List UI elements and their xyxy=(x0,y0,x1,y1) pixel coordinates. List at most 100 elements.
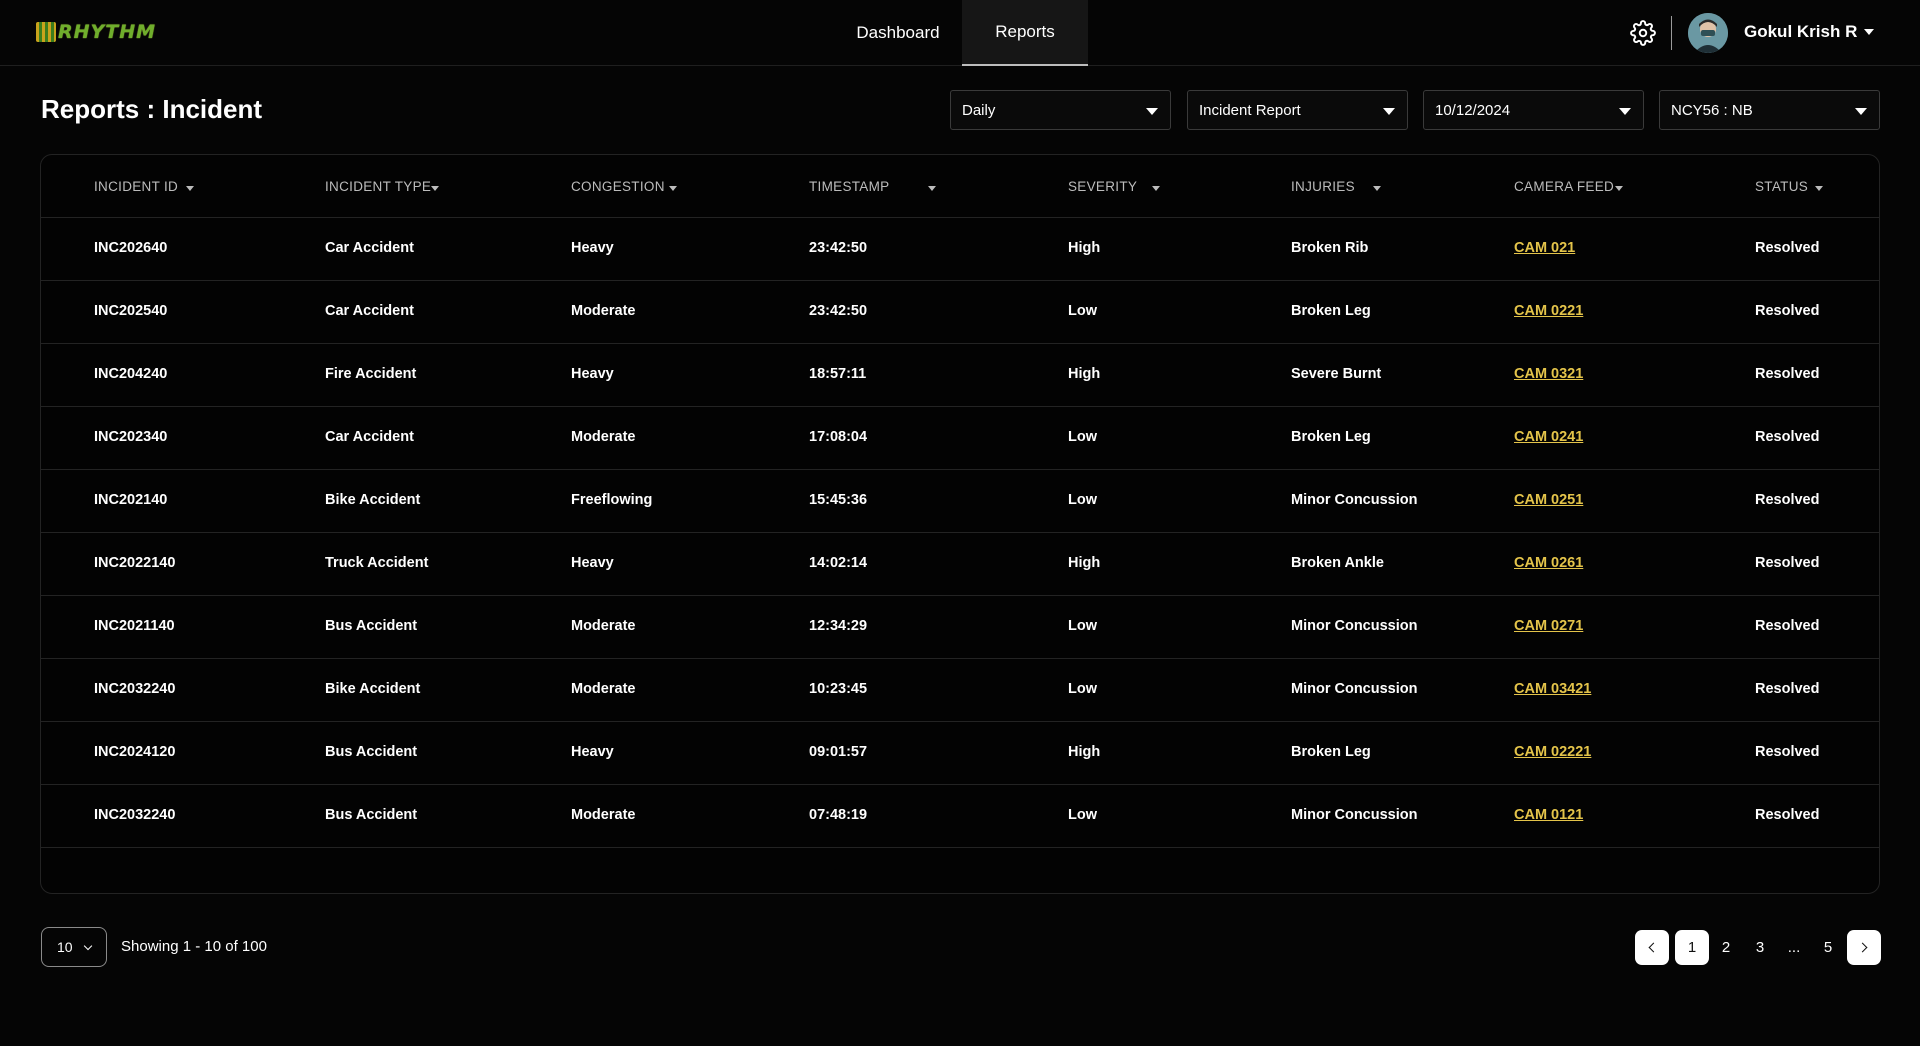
camera-feed-link[interactable]: CAM 0261 xyxy=(1514,555,1583,571)
cell-timestamp: 10:23:45 xyxy=(809,681,868,697)
camera-feed-link[interactable]: CAM 0241 xyxy=(1514,429,1583,445)
page-ellipsis: ... xyxy=(1787,939,1801,956)
cell-severity: High xyxy=(1068,366,1101,382)
cell-injuries: Broken Leg xyxy=(1291,429,1371,445)
camera-feed-link[interactable]: CAM 03421 xyxy=(1514,681,1591,697)
header-divider xyxy=(1671,16,1672,50)
camera-feed-link[interactable]: CAM 0321 xyxy=(1514,366,1583,382)
column-header-camera-feed[interactable]: CAMERA FEED xyxy=(1514,179,1614,194)
camera-feed-link[interactable]: CAM 0121 xyxy=(1514,807,1583,823)
column-header-injuries[interactable]: INJURIES xyxy=(1291,179,1355,194)
cell-incident-type: Bus Accident xyxy=(325,744,418,760)
cell-congestion: Moderate xyxy=(571,429,636,445)
cell-severity: Low xyxy=(1068,681,1097,697)
cell-severity: Low xyxy=(1068,492,1097,508)
date-select[interactable]: 10/12/2024 xyxy=(1423,90,1644,130)
sort-caret-icon[interactable] xyxy=(431,186,439,191)
table-row[interactable]: INC2032240 Bus Accident Moderate 07:48:1… xyxy=(41,785,1879,848)
sort-caret-icon[interactable] xyxy=(1152,186,1160,191)
page-button-3[interactable]: 3 xyxy=(1743,930,1777,965)
user-name[interactable]: Gokul Krish R xyxy=(1744,22,1857,42)
cell-timestamp: 09:01:57 xyxy=(809,744,868,760)
page-title: Reports : Incident xyxy=(41,94,263,124)
sort-caret-icon[interactable] xyxy=(1373,186,1381,191)
caret-down-icon xyxy=(1146,108,1158,115)
incident-table: INCIDENT ID INCIDENT TYPE CONGESTION TIM… xyxy=(40,154,1880,894)
column-header-severity[interactable]: SEVERITY xyxy=(1068,179,1137,194)
cell-incident-id: INC202140 xyxy=(94,492,168,508)
camera-feed-link[interactable]: CAM 0221 xyxy=(1514,303,1583,319)
table-row[interactable]: INC2032240 Bike Accident Moderate 10:23:… xyxy=(41,659,1879,722)
table-row[interactable]: INC2021140 Bus Accident Moderate 12:34:2… xyxy=(41,596,1879,659)
cell-congestion: Moderate xyxy=(571,303,636,319)
camera-feed-link[interactable]: CAM 021 xyxy=(1514,240,1575,256)
table-row[interactable]: INC202640 Car Accident Heavy 23:42:50 Hi… xyxy=(41,218,1879,281)
cell-injuries: Minor Concussion xyxy=(1291,807,1418,823)
cell-injuries: Broken Rib xyxy=(1291,240,1369,256)
table-row[interactable]: INC202140 Bike Accident Freeflowing 15:4… xyxy=(41,470,1879,533)
cell-injuries: Minor Concussion xyxy=(1291,618,1418,634)
report-type-select[interactable]: Incident Report xyxy=(1187,90,1408,130)
table-row[interactable]: INC204240 Fire Accident Heavy 18:57:11 H… xyxy=(41,344,1879,407)
cell-incident-type: Fire Accident xyxy=(325,366,417,382)
cell-timestamp: 14:02:14 xyxy=(809,555,868,571)
cell-incident-type: Bus Accident xyxy=(325,618,418,634)
date-select-value: 10/12/2024 xyxy=(1435,101,1511,119)
chevron-right-icon[interactable] xyxy=(1847,930,1881,965)
cell-incident-id: INC2032240 xyxy=(94,681,176,697)
main-nav: Dashboard Reports xyxy=(834,0,1088,66)
cell-congestion: Heavy xyxy=(571,555,614,571)
avatar[interactable] xyxy=(1688,13,1728,53)
sort-caret-icon[interactable] xyxy=(928,186,936,191)
cell-severity: High xyxy=(1068,240,1101,256)
column-header-incident-id[interactable]: INCIDENT ID xyxy=(94,179,178,194)
nav-tab-reports[interactable]: Reports xyxy=(962,0,1088,66)
nav-tab-dashboard[interactable]: Dashboard xyxy=(834,0,962,66)
logo[interactable]: RHYTHM xyxy=(36,20,156,44)
page-button-1[interactable]: 1 xyxy=(1675,930,1709,965)
column-header-incident-type[interactable]: INCIDENT TYPE xyxy=(325,179,431,194)
cell-injuries: Minor Concussion xyxy=(1291,492,1418,508)
cell-incident-type: Bus Accident xyxy=(325,807,418,823)
table-row[interactable]: INC202540 Car Accident Moderate 23:42:50… xyxy=(41,281,1879,344)
column-header-timestamp[interactable]: TIMESTAMP xyxy=(809,179,889,194)
camera-feed-link[interactable]: CAM 0271 xyxy=(1514,618,1583,634)
sort-caret-icon[interactable] xyxy=(1815,186,1823,191)
page-button-2[interactable]: 2 xyxy=(1709,930,1743,965)
cell-injuries: Minor Concussion xyxy=(1291,681,1418,697)
table-row[interactable]: INC202340 Car Accident Moderate 17:08:04… xyxy=(41,407,1879,470)
sort-caret-icon[interactable] xyxy=(186,186,194,191)
sort-caret-icon[interactable] xyxy=(669,186,677,191)
column-header-status[interactable]: STATUS xyxy=(1755,179,1808,194)
cell-severity: High xyxy=(1068,744,1101,760)
cell-status: Resolved xyxy=(1755,555,1820,571)
cell-congestion: Moderate xyxy=(571,807,636,823)
camera-feed-link[interactable]: CAM 02221 xyxy=(1514,744,1591,760)
caret-down-icon[interactable] xyxy=(1864,29,1874,35)
cell-injuries: Severe Burnt xyxy=(1291,366,1382,382)
sort-caret-icon[interactable] xyxy=(1615,186,1623,191)
rows-per-page-select[interactable]: 10 xyxy=(41,927,107,967)
cell-status: Resolved xyxy=(1755,618,1820,634)
cell-injuries: Broken Leg xyxy=(1291,744,1371,760)
cell-injuries: Broken Leg xyxy=(1291,303,1371,319)
cell-incident-type: Car Accident xyxy=(325,429,414,445)
period-select[interactable]: Daily xyxy=(950,90,1171,130)
column-header-congestion[interactable]: CONGESTION xyxy=(571,179,665,194)
camera-feed-link[interactable]: CAM 0251 xyxy=(1514,492,1583,508)
cell-incident-id: INC2024120 xyxy=(94,744,176,760)
location-select[interactable]: NCY56 : NB xyxy=(1659,90,1880,130)
cell-status: Resolved xyxy=(1755,429,1820,445)
cell-injuries: Broken Ankle xyxy=(1291,555,1384,571)
cell-status: Resolved xyxy=(1755,492,1820,508)
cell-severity: Low xyxy=(1068,807,1097,823)
cell-incident-type: Truck Accident xyxy=(325,555,429,571)
caret-down-icon xyxy=(1619,108,1631,115)
chevron-left-icon[interactable] xyxy=(1635,930,1669,965)
table-row[interactable]: INC2024120 Bus Accident Heavy 09:01:57 H… xyxy=(41,722,1879,785)
table-row[interactable]: INC2022140 Truck Accident Heavy 14:02:14… xyxy=(41,533,1879,596)
page-button-5[interactable]: 5 xyxy=(1811,930,1845,965)
cell-status: Resolved xyxy=(1755,240,1820,256)
gear-icon[interactable] xyxy=(1630,20,1656,46)
pagination: 1 2 3 ... 5 xyxy=(1635,930,1881,965)
